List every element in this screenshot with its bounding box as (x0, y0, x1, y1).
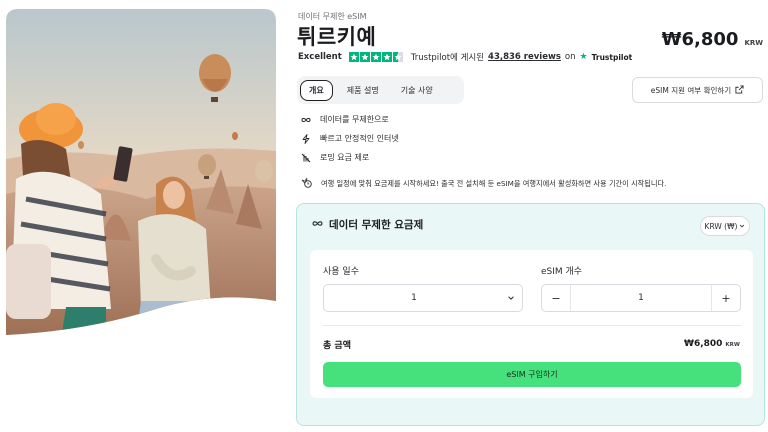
days-select[interactable]: 1 (323, 284, 523, 312)
product-tabs: 개요 제품 설명 기술 사양 (297, 76, 464, 104)
check-compatibility-button[interactable]: eSIM 지원 여부 확인하기 (632, 77, 763, 103)
external-link-icon (735, 84, 744, 96)
half-star-icon (392, 52, 403, 62)
rating-label: Excellent (298, 52, 342, 62)
divider (323, 325, 741, 326)
days-label: 사용 일수 (323, 267, 359, 277)
days-select-value: 1 (411, 293, 417, 303)
esim-count-stepper: − 1 + (541, 284, 741, 312)
price-amount: ₩6,800 (661, 29, 739, 50)
total-label: 총 금액 (323, 341, 351, 351)
esim-count-label: eSIM 개수 (541, 267, 583, 277)
feature-text: 빠르고 안정적인 인터넷 (320, 134, 399, 143)
no-roaming-icon (301, 153, 311, 163)
chevron-down-icon (500, 294, 522, 302)
chevron-down-icon (739, 222, 745, 231)
star-icon (381, 52, 392, 62)
rating-posted-on: Trustpilot에 게시된 (410, 53, 485, 63)
trustpilot-rating: Excellent Trustpilot에 게시된 43,836 reviews… (298, 51, 632, 63)
feature-item: 로밍 요금 제로 (301, 151, 399, 164)
hero-image (6, 9, 276, 339)
product-price: ₩6,800 KRW (662, 29, 763, 50)
reviews-link[interactable]: 43,836 reviews (488, 52, 561, 62)
plan-options: 사용 일수 eSIM 개수 1 − 1 + 총 금액 ₩6,800 KRW eS… (310, 250, 753, 398)
increment-button[interactable]: + (711, 285, 740, 311)
rating-stars (348, 52, 403, 62)
activation-note: 여행 일정에 맞춰 요금제를 시작하세요! 출국 전 설치해 둔 eSIM을 여… (301, 177, 666, 190)
rating-on: on (564, 52, 576, 62)
tab-description[interactable]: 제품 설명 (339, 80, 387, 101)
infinity-icon (301, 115, 311, 125)
feature-list: 데이터를 무제한으로 빠르고 안정적인 인터넷 로밍 요금 제로 (301, 113, 399, 164)
total-price: ₩6,800 KRW (684, 339, 740, 349)
star-icon (348, 52, 359, 62)
buy-esim-button[interactable]: eSIM 구입하기 (323, 362, 741, 387)
total-amount: ₩6,800 (684, 339, 723, 349)
feature-text: 로밍 요금 제로 (320, 153, 370, 162)
infinity-icon (312, 218, 323, 232)
trustpilot-logo: Trustpilot (591, 52, 633, 62)
feature-item: 빠르고 안정적인 인터넷 (301, 132, 399, 145)
tab-specs[interactable]: 기술 사양 (393, 80, 441, 101)
decrement-button[interactable]: − (542, 285, 571, 311)
product-title: 튀르키예 (297, 25, 377, 49)
total-currency: KRW (725, 342, 740, 348)
plan-header: 데이터 무제한 요금제 (312, 217, 423, 232)
currency-select-value: KRW (₩) (704, 221, 738, 231)
tab-overview[interactable]: 개요 (300, 79, 333, 101)
trustpilot-star-icon: ★ (579, 52, 588, 62)
star-icon (359, 52, 370, 62)
feature-item: 데이터를 무제한으로 (301, 113, 399, 126)
star-icon (370, 52, 381, 62)
airplane-clock-icon (301, 177, 312, 190)
activation-note-text: 여행 일정에 맞춰 요금제를 시작하세요! 출국 전 설치해 둔 eSIM을 여… (321, 178, 667, 188)
check-compatibility-label: eSIM 지원 여부 확인하기 (650, 85, 732, 95)
currency-select[interactable]: KRW (₩) (700, 216, 750, 236)
price-currency: KRW (744, 39, 763, 47)
lightning-icon (301, 133, 311, 144)
feature-text: 데이터를 무제한으로 (320, 115, 389, 124)
plan-title: 데이터 무제한 요금제 (329, 219, 424, 231)
plan-card: 데이터 무제한 요금제 KRW (₩) 사용 일수 eSIM 개수 1 − 1 … (296, 203, 765, 426)
esim-count-value[interactable]: 1 (571, 293, 711, 303)
